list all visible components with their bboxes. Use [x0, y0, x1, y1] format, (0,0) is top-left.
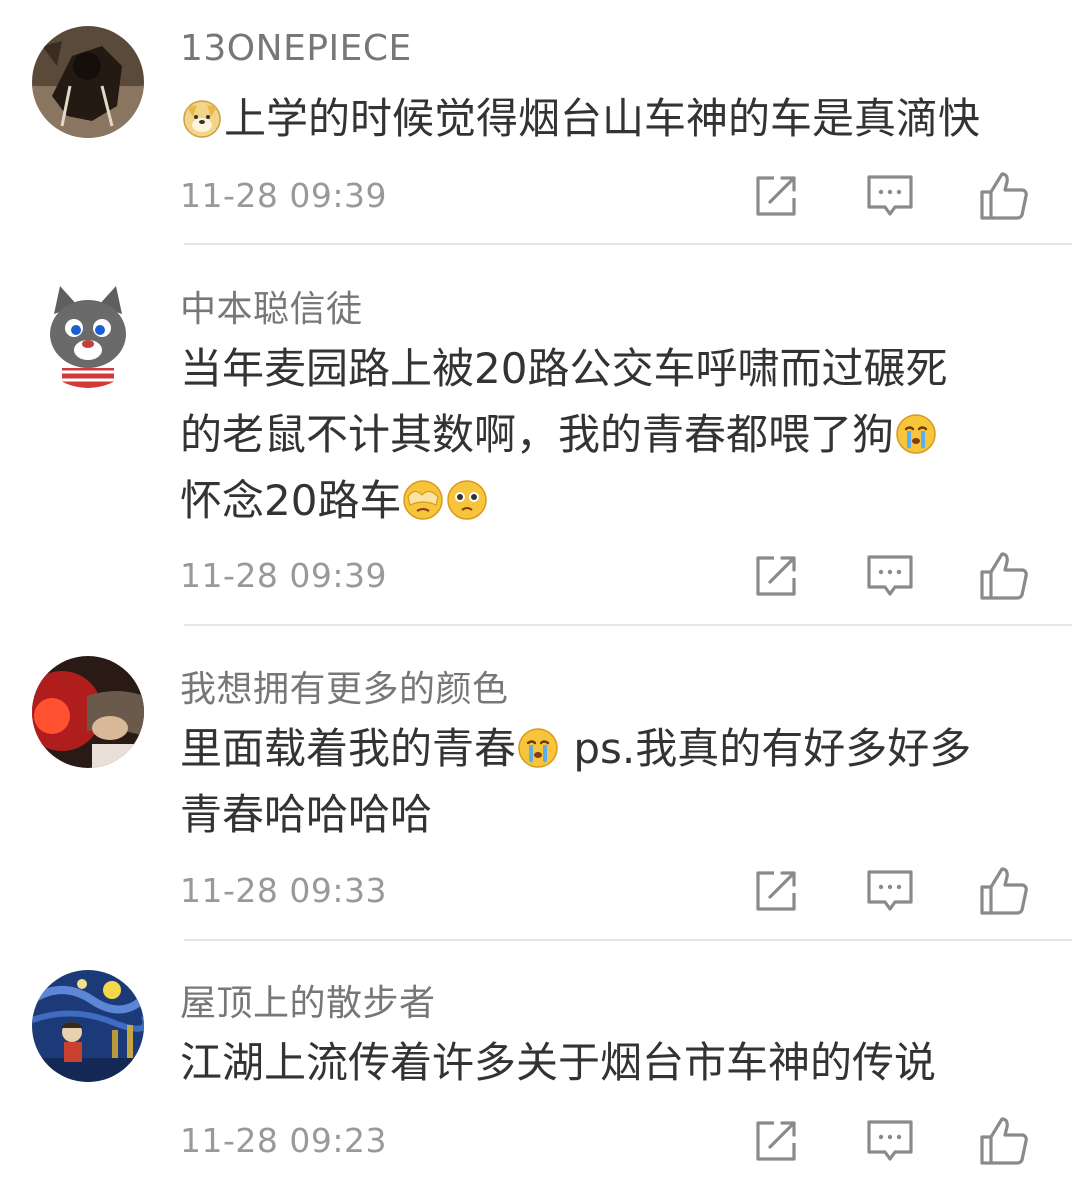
facepalm-face-icon: [402, 479, 444, 521]
comment-line: 上学的时候觉得烟台山车神的车是真滴快: [224, 94, 981, 143]
crying-face-icon: [895, 413, 937, 455]
share-icon[interactable]: [748, 548, 804, 604]
comment-text: 里面载着我的青春 ps.我真的有好多好多 青春哈哈哈哈: [180, 716, 1050, 848]
user-avatar[interactable]: [32, 656, 144, 768]
user-avatar[interactable]: [32, 970, 144, 1082]
doge-icon: [181, 97, 223, 139]
timestamp: 11-28 09:39: [180, 176, 387, 215]
like-icon[interactable]: [976, 548, 1032, 604]
comment-line: 里面载着我的青春: [180, 724, 517, 773]
comment-line: 青春哈哈哈哈: [180, 790, 433, 839]
like-icon[interactable]: [976, 168, 1032, 224]
share-icon[interactable]: [748, 863, 804, 919]
timestamp: 11-28 09:39: [180, 556, 387, 595]
divider: [184, 243, 1072, 245]
username[interactable]: 13ONEPIECE: [180, 28, 412, 69]
timestamp: 11-28 09:23: [180, 1121, 387, 1160]
like-icon[interactable]: [976, 1113, 1032, 1169]
comment-icon[interactable]: [862, 548, 918, 604]
share-icon[interactable]: [748, 1113, 804, 1169]
comment-line: ps.我真的有好多好多: [560, 724, 972, 773]
comment-icon[interactable]: [862, 863, 918, 919]
comment-icon[interactable]: [862, 168, 918, 224]
share-icon[interactable]: [748, 168, 804, 224]
comment-text: 当年麦园路上被20路公交车呼啸而过碾死 的老鼠不计其数啊，我的青春都喂了狗 怀念…: [180, 336, 1050, 534]
comment-line: 江湖上流传着许多关于烟台市车神的传说: [180, 1038, 937, 1087]
username[interactable]: 中本聪信徒: [180, 280, 363, 332]
comment-text: 上学的时候觉得烟台山车神的车是真滴快: [180, 86, 1050, 152]
username[interactable]: 我想拥有更多的颜色: [180, 660, 509, 712]
pleading-face-icon: [446, 479, 488, 521]
divider: [184, 624, 1072, 626]
user-avatar[interactable]: [32, 26, 144, 138]
timestamp: 11-28 09:33: [180, 871, 387, 910]
crying-face-icon: [517, 727, 559, 769]
user-avatar[interactable]: [32, 276, 144, 388]
comment-line: 当年麦园路上被20路公交车呼啸而过碾死: [180, 344, 948, 393]
divider: [184, 939, 1072, 941]
comment-icon[interactable]: [862, 1113, 918, 1169]
comment-line: 怀念20路车: [180, 476, 402, 525]
username[interactable]: 屋顶上的散步者: [180, 974, 436, 1026]
comment-line: 的老鼠不计其数啊，我的青春都喂了狗: [180, 410, 895, 459]
like-icon[interactable]: [976, 863, 1032, 919]
comment-text: 江湖上流传着许多关于烟台市车神的传说: [180, 1030, 1050, 1096]
